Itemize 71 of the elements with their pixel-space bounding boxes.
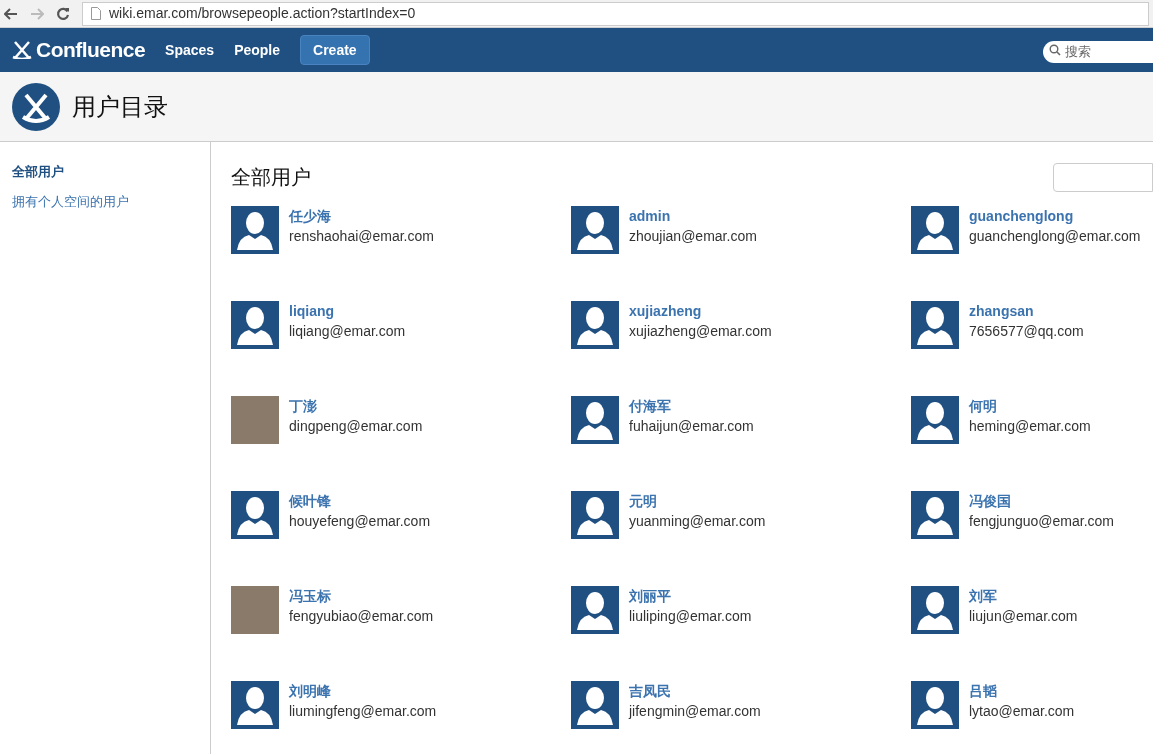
nav-link[interactable]: Spaces	[165, 39, 215, 61]
user-avatar-icon	[571, 681, 619, 729]
reload-icon[interactable]	[56, 6, 70, 21]
photo-placeholder	[231, 396, 279, 444]
create-button[interactable]: Create	[300, 35, 370, 65]
user-email: liuliping@emar.com	[629, 608, 752, 625]
photo-placeholder	[231, 586, 279, 634]
user-email: houyefeng@emar.com	[289, 513, 431, 530]
user-name-link[interactable]: 付海军	[629, 398, 754, 415]
user-avatar-icon	[571, 206, 619, 254]
user-avatar-icon	[911, 681, 959, 729]
user-email: 7656577@qq.com	[969, 323, 1084, 340]
user-email: jifengmin@emar.com	[629, 703, 761, 720]
filter-field[interactable]	[1053, 162, 1153, 192]
user-name-link[interactable]: xujiazheng	[629, 303, 772, 320]
app-logo[interactable]: Confluence	[36, 34, 146, 66]
user-avatar-icon	[231, 206, 279, 254]
user-name-link[interactable]: 候叶锋	[289, 493, 431, 510]
page-title: 用户目录	[72, 91, 168, 122]
user-email: heming@emar.com	[969, 418, 1091, 435]
user-avatar-icon	[571, 396, 619, 444]
user-avatar-icon	[911, 396, 959, 444]
user-name-link[interactable]: 任少海	[289, 208, 434, 225]
user-name-link[interactable]: 冯玉标	[289, 588, 434, 605]
back-arrow-icon[interactable]	[4, 7, 18, 20]
user-avatar-icon	[571, 586, 619, 634]
user-avatar-icon	[911, 491, 959, 539]
user-email: lytao@emar.com	[969, 703, 1075, 720]
user-name-link[interactable]: 刘丽平	[629, 588, 752, 605]
user-avatar-icon	[911, 301, 959, 349]
user-avatar-icon	[231, 681, 279, 729]
user-email: dingpeng@emar.com	[289, 418, 423, 435]
user-name-link[interactable]: 吕韬	[969, 683, 1075, 700]
user-name-link[interactable]: 丁澎	[289, 398, 423, 415]
search-icon	[1049, 44, 1061, 56]
user-email: liumingfeng@emar.com	[289, 703, 437, 720]
user-email: liujun@emar.com	[969, 608, 1078, 625]
user-avatar-icon	[231, 491, 279, 539]
user-avatar-icon	[911, 206, 959, 254]
user-avatar-icon	[231, 301, 279, 349]
page-icon	[91, 7, 101, 20]
user-name-link[interactable]: 何明	[969, 398, 1091, 415]
section-heading: 全部用户	[231, 165, 311, 190]
user-avatar-icon	[571, 491, 619, 539]
user-email: fengyubiao@emar.com	[289, 608, 434, 625]
user-email: guanchenglong@emar.com	[969, 228, 1141, 245]
user-email: zhoujian@emar.com	[629, 228, 757, 245]
user-email: xujiazheng@emar.com	[629, 323, 772, 340]
user-avatar-icon	[911, 586, 959, 634]
space-logo-icon	[12, 82, 60, 131]
user-name-link[interactable]: 吉凤民	[629, 683, 761, 700]
user-name-link[interactable]: 刘明峰	[289, 683, 437, 700]
user-email: yuanming@emar.com	[629, 513, 766, 530]
user-name-link[interactable]: zhangsan	[969, 303, 1084, 320]
user-name-link[interactable]: 元明	[629, 493, 766, 510]
user-email: liqiang@emar.com	[289, 323, 406, 340]
user-name-link[interactable]: admin	[629, 208, 757, 225]
address-bar[interactable]: wiki.emar.com/browsepeople.action?startIndex=0	[82, 1, 1149, 26]
user-name-link[interactable]: 冯俊国	[969, 493, 1114, 510]
user-email: fuhaijun@emar.com	[629, 418, 754, 435]
user-email: fengjunguo@emar.com	[969, 513, 1114, 530]
sidebar-link[interactable]: 全部用户	[12, 162, 210, 182]
user-avatar-icon	[571, 301, 619, 349]
user-name-link[interactable]: guanchenglong	[969, 208, 1141, 225]
sidebar-link[interactable]: 拥有个人空间的用户	[12, 191, 210, 211]
nav-link[interactable]: People	[234, 39, 281, 61]
user-email: renshaohai@emar.com	[289, 228, 434, 245]
user-name-link[interactable]: liqiang	[289, 303, 406, 320]
search-field[interactable]: 搜索	[1043, 40, 1153, 63]
logo-icon	[12, 41, 32, 59]
user-name-link[interactable]: 刘军	[969, 588, 1078, 605]
